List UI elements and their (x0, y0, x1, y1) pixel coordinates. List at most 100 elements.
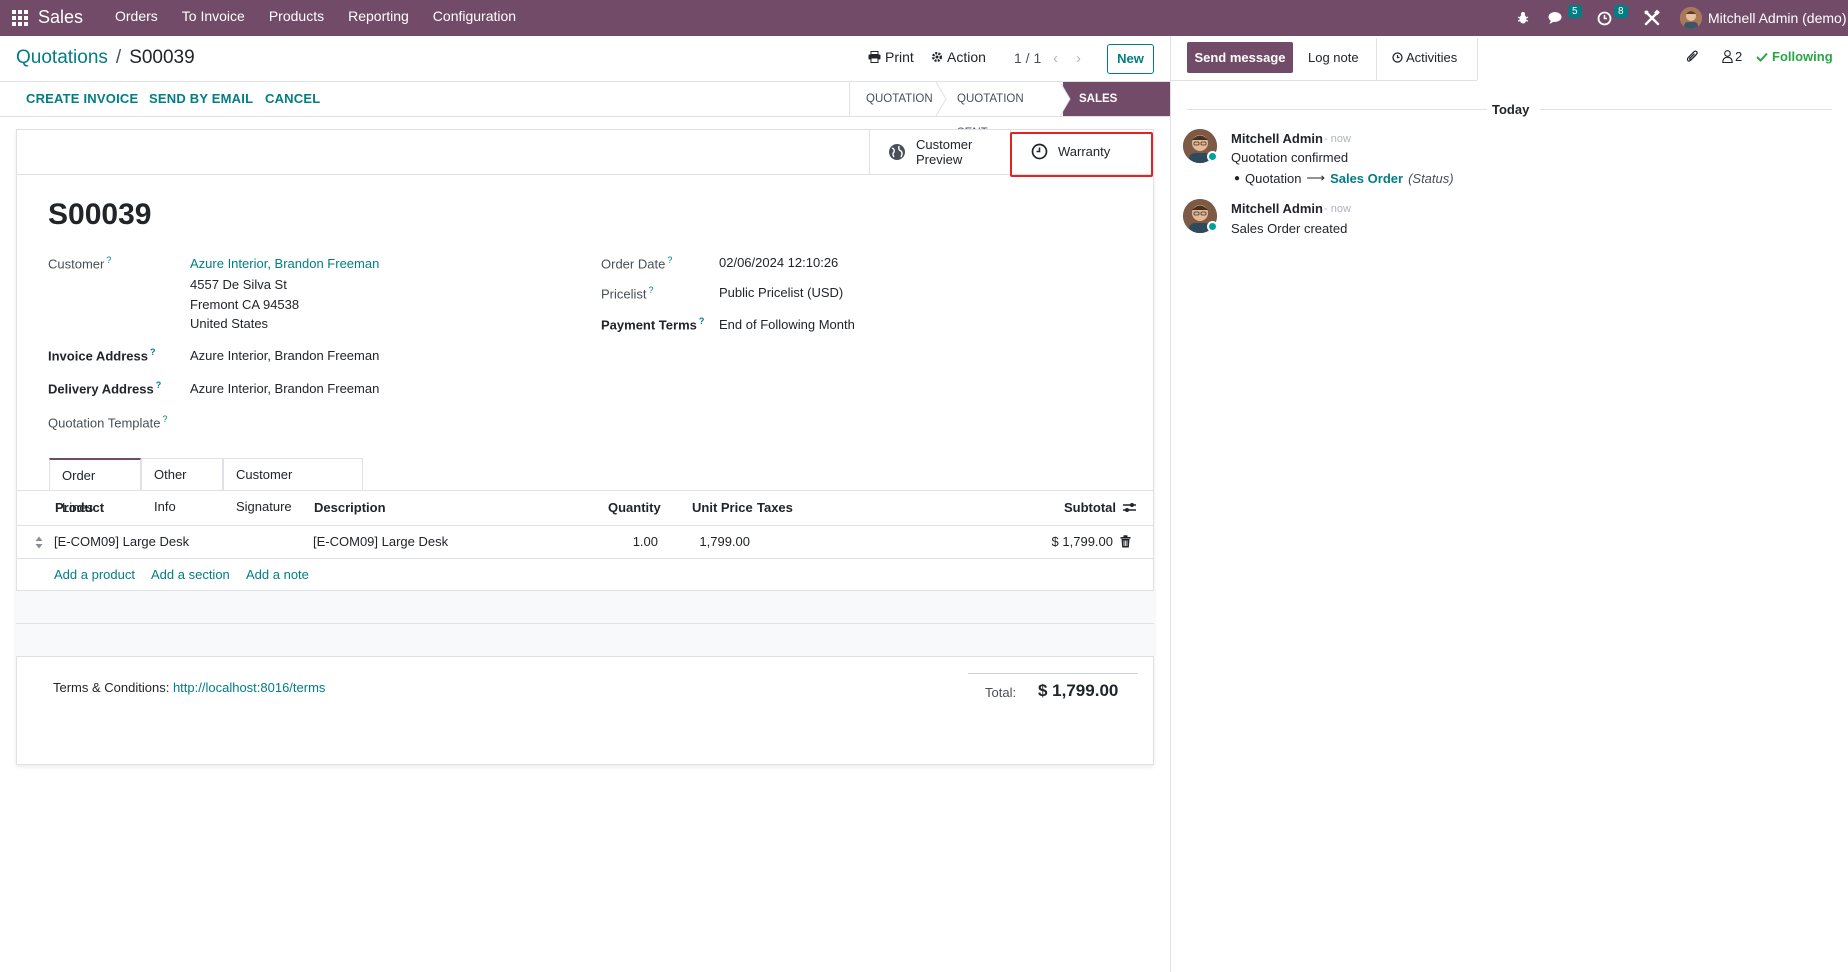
breadcrumb-current: S00039 (129, 47, 195, 68)
total-label: Total: (985, 685, 1017, 700)
menu-orders[interactable]: Orders (103, 0, 170, 36)
column-product[interactable]: Product (55, 500, 104, 515)
customer-preview-label: Customer Preview (916, 137, 972, 167)
drag-handle-icon[interactable] (35, 536, 43, 549)
invoice-address-value[interactable]: Azure Interior, Brandon Freeman (190, 348, 379, 363)
payment-terms-help-icon[interactable]: ? (699, 316, 705, 326)
menu-configuration[interactable]: Configuration (421, 0, 528, 36)
tools-icon[interactable] (1643, 0, 1661, 36)
customer-preview-button[interactable]: Customer Preview (870, 130, 1010, 174)
tab-order-lines[interactable]: Order Lines (49, 458, 141, 515)
record-name: S00039 (48, 198, 152, 231)
customer-help-icon[interactable]: ? (106, 255, 111, 265)
customer-label: Customer? (48, 255, 112, 272)
add-note-link[interactable]: Add a note (246, 567, 309, 582)
stage-sales-order[interactable]: SALES ORDER (1063, 82, 1171, 139)
column-description[interactable]: Description (314, 500, 386, 515)
online-status-indicator (1207, 151, 1218, 162)
column-quantity[interactable]: Quantity (608, 500, 661, 515)
message-time: - now (1324, 133, 1351, 145)
messaging-icon[interactable] (1548, 0, 1566, 36)
message-body: Quotation confirmed (1231, 150, 1349, 165)
terms-link[interactable]: http://localhost:8016/terms (173, 680, 325, 695)
gear-icon (932, 52, 942, 62)
activities-count-badge: 8 (1614, 5, 1628, 18)
message-author[interactable]: Mitchell Admin (1231, 131, 1323, 146)
pager-value[interactable]: 1 / 1 (1014, 50, 1041, 66)
order-date-help-icon[interactable]: ? (667, 255, 672, 265)
trash-icon[interactable] (1120, 535, 1131, 548)
customer-name-link[interactable]: Azure Interior, Brandon Freeman (190, 256, 379, 271)
optional-columns-icon[interactable] (1122, 501, 1137, 514)
menu-products[interactable]: Products (257, 0, 336, 36)
action-label: Action (947, 49, 986, 65)
globe-icon (889, 144, 905, 160)
send-message-button[interactable]: Send message (1187, 42, 1293, 73)
activity-clock-icon[interactable] (1597, 0, 1612, 36)
breadcrumb: Quotations / S00039 (16, 47, 195, 69)
quotation-template-help-icon[interactable]: ? (163, 414, 168, 424)
check-icon (1756, 52, 1768, 62)
column-unit-price[interactable]: Unit Price (692, 500, 753, 515)
apps-menu-icon[interactable] (12, 10, 28, 26)
menu-to-invoice[interactable]: To Invoice (170, 0, 257, 36)
pricelist-help-icon[interactable]: ? (649, 285, 654, 295)
warranty-label: Warranty (1058, 144, 1111, 159)
cancel-button[interactable]: CANCEL (265, 91, 320, 106)
message-time: - now (1324, 203, 1351, 215)
following-label: Following (1772, 49, 1833, 64)
invoice-address-label: Invoice Address? (48, 347, 156, 364)
activities-label: Activities (1406, 50, 1458, 65)
chatter-tab-separator (1477, 38, 1478, 80)
paperclip-icon[interactable] (1686, 49, 1699, 64)
payment-terms-value[interactable]: End of Following Month (719, 317, 855, 332)
column-taxes[interactable]: Taxes (757, 500, 793, 515)
log-note-button[interactable]: Log note (1308, 50, 1359, 65)
stage-quotation-sent[interactable]: QUOTATION SENT (941, 82, 1063, 139)
new-button[interactable]: New (1107, 44, 1154, 74)
action-button[interactable]: Action (931, 49, 986, 65)
create-invoice-button[interactable]: CREATE INVOICE (26, 91, 138, 106)
row-unit-price[interactable]: 1,799.00 (690, 534, 750, 549)
add-section-link[interactable]: Add a section (151, 567, 230, 582)
row-subtotal: $ 1,799.00 (1051, 534, 1113, 549)
menu-reporting[interactable]: Reporting (336, 0, 421, 36)
print-label: Print (885, 49, 914, 65)
add-product-link[interactable]: Add a product (54, 567, 135, 582)
tabs-divider (16, 490, 1154, 491)
row-description[interactable]: [E-COM09] Large Desk (313, 534, 448, 549)
print-button[interactable]: Print (868, 49, 914, 65)
send-by-email-button[interactable]: SEND BY EMAIL (149, 91, 253, 106)
tracking-old-value: Quotation (1245, 170, 1302, 186)
pricelist-value[interactable]: Public Pricelist (USD) (719, 285, 843, 300)
row-product[interactable]: [E-COM09] Large Desk (54, 534, 189, 549)
user-menu[interactable]: Mitchell Admin (demo) (1680, 0, 1847, 36)
pager-previous-icon[interactable]: ‹ (1053, 50, 1058, 67)
delivery-address-value[interactable]: Azure Interior, Brandon Freeman (190, 381, 379, 396)
message-author[interactable]: Mitchell Admin (1231, 201, 1323, 216)
app-name[interactable]: Sales (38, 7, 83, 28)
warranty-button[interactable]: Warranty (1010, 130, 1154, 174)
statusbar-divider (0, 116, 1170, 117)
row-quantity[interactable]: 1.00 (620, 534, 658, 549)
pager-next-icon[interactable]: › (1076, 50, 1081, 67)
activities-button[interactable]: Activities (1392, 50, 1457, 65)
online-status-indicator (1207, 221, 1218, 232)
column-subtotal[interactable]: Subtotal (1064, 500, 1116, 515)
followers-button[interactable]: 2 (1722, 49, 1742, 64)
tab-other-info[interactable]: Other Info (141, 458, 223, 514)
tracking-new-value: Sales Order (1330, 170, 1404, 186)
debug-bug-icon[interactable] (1516, 0, 1530, 36)
activity-clock-icon (1392, 52, 1403, 63)
stage-quotation[interactable]: QUOTATION (850, 82, 941, 116)
tab-customer-signature[interactable]: Customer Signature (223, 458, 363, 514)
invoice-address-help-icon[interactable]: ? (150, 347, 156, 357)
breadcrumb-quotations[interactable]: Quotations (16, 47, 108, 69)
following-button[interactable]: Following (1756, 49, 1833, 64)
order-date-value[interactable]: 02/06/2024 12:10:26 (719, 255, 838, 270)
breadcrumb-separator: / (115, 47, 122, 68)
print-icon (868, 51, 881, 63)
date-separator: Today (1492, 102, 1530, 117)
delivery-address-help-icon[interactable]: ? (156, 380, 162, 390)
customer-preview-line2: Preview (916, 152, 963, 167)
